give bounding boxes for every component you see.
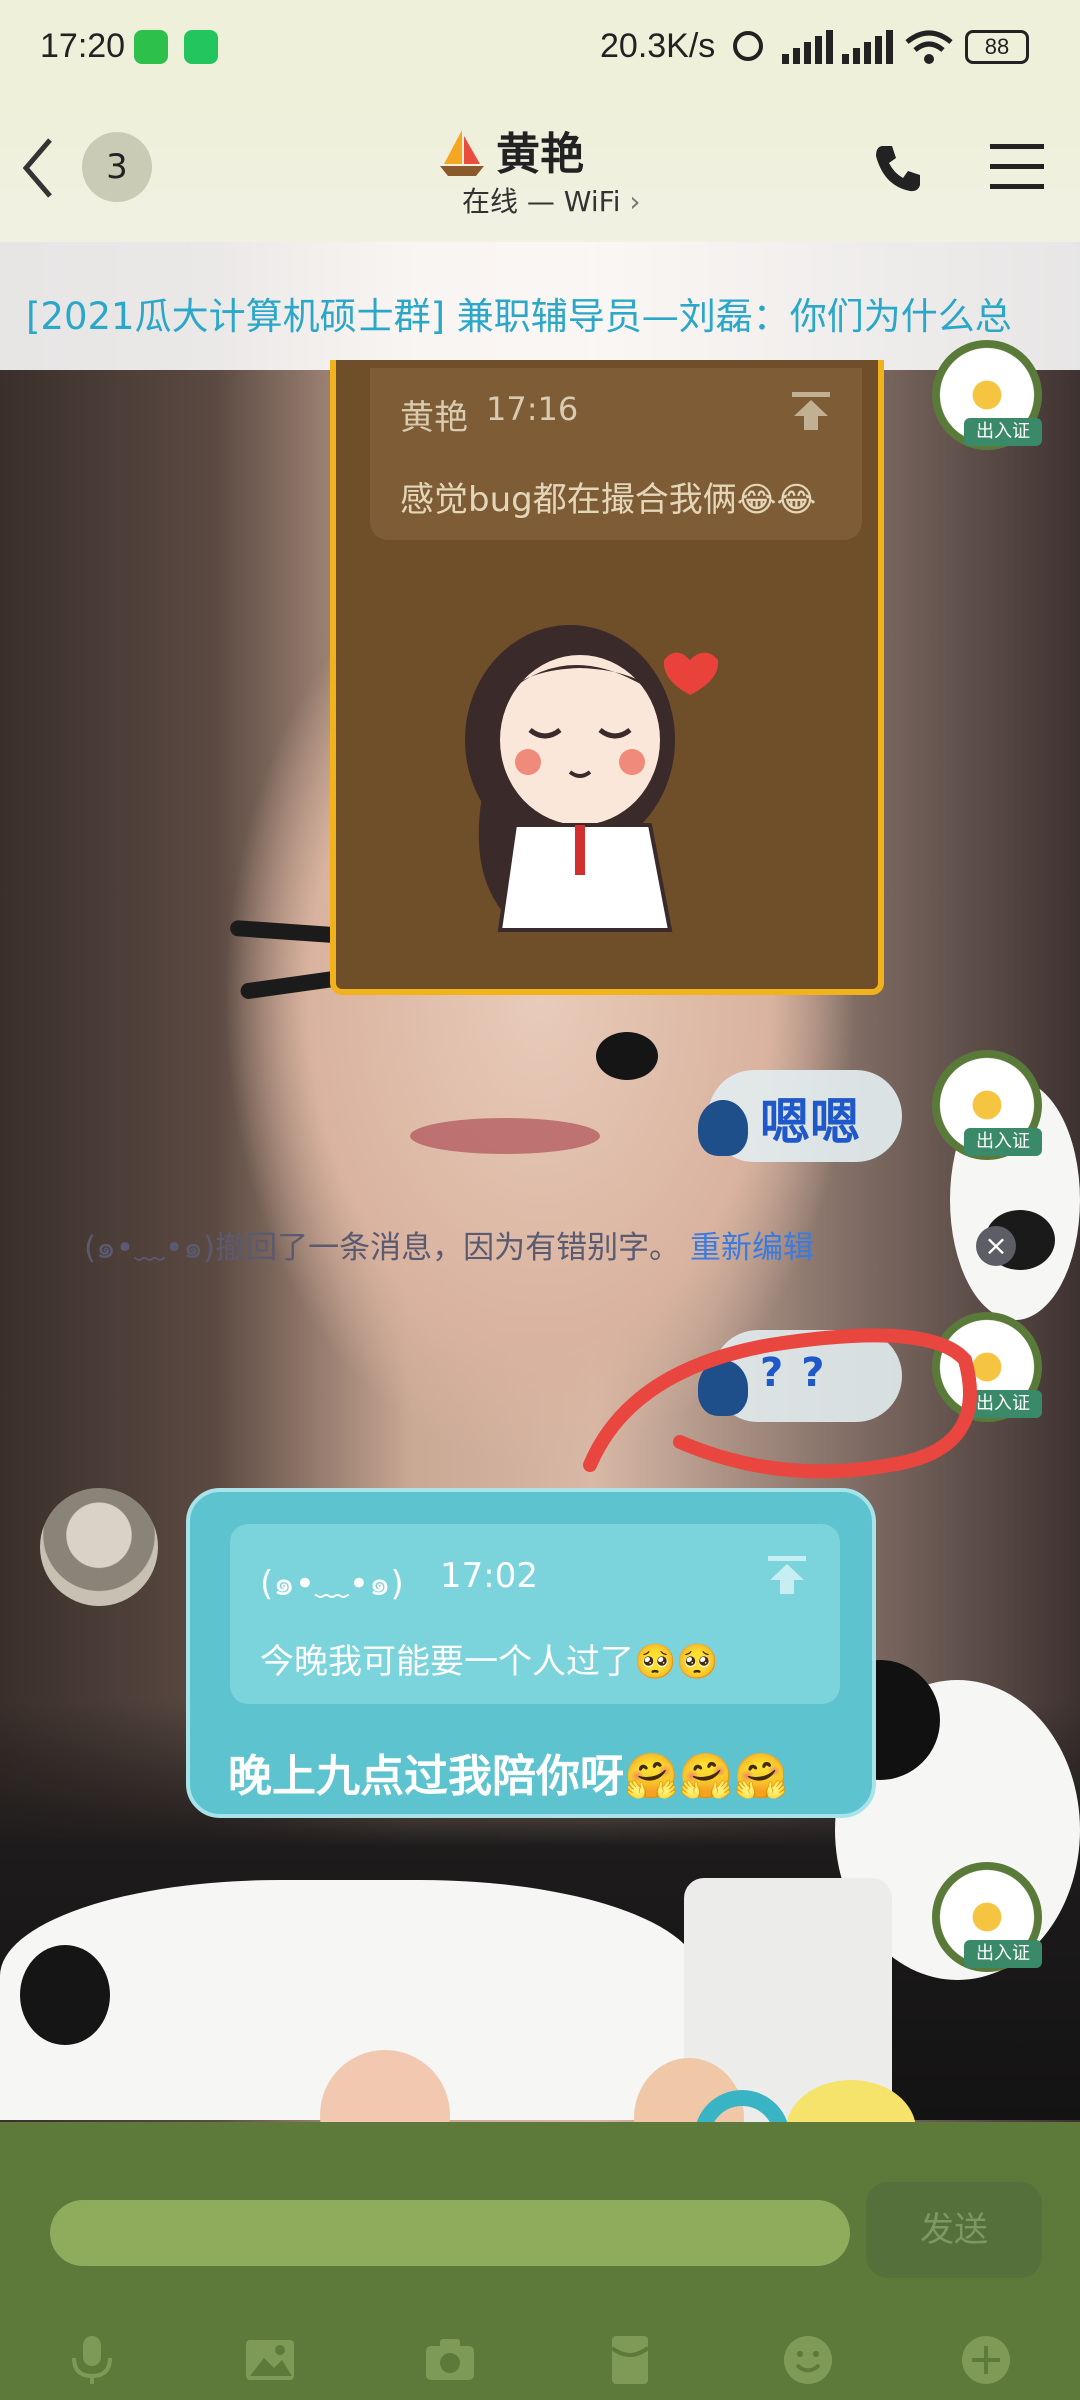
microphone-icon[interactable] [66, 2334, 118, 2386]
sticker-card[interactable]: 黄艳 17:16 感觉bug都在撮合我俩😂😂 [330, 360, 884, 995]
chat-header: 3 黄艳 在线 — WiFi › [0, 96, 1080, 242]
red-packet-icon[interactable] [604, 2334, 656, 2386]
jump-to-top-icon[interactable] [766, 1554, 808, 1596]
network-speed: 20.3K/s [600, 27, 716, 65]
pass-badge: 出入证 [964, 418, 1042, 446]
battery-icon: 88 [965, 30, 1029, 64]
message-bubble-enen[interactable]: 嗯嗯 [698, 1070, 902, 1162]
quoted-time: 17:02 [440, 1556, 538, 1596]
my-avatar[interactable]: 出入证 [932, 340, 1042, 450]
online-status-text: 在线 — WiFi [462, 185, 621, 218]
chevron-right-icon: › [629, 185, 641, 218]
battery-level: 88 [984, 34, 1010, 59]
panda-ear [20, 1945, 110, 2045]
composer-panel: 发送 [0, 2122, 1080, 2400]
cartoon-sticker[interactable] [420, 590, 750, 940]
lips [410, 1118, 600, 1154]
penguin-icon [698, 1100, 748, 1156]
pass-badge: 出入证 [964, 1940, 1042, 1968]
wechat-notification-icon [134, 30, 168, 64]
quoted-time: 17:16 [486, 390, 579, 428]
emoji-icon[interactable] [782, 2334, 834, 2386]
quoted-author: 黄艳 [400, 398, 468, 438]
quoted-text: 感觉bug都在撮合我俩😂😂 [400, 480, 817, 520]
status-time: 17:20 [40, 27, 126, 65]
phone-call-icon[interactable] [870, 140, 926, 196]
signal-hd-icon [842, 30, 893, 64]
nose-decoration [596, 1032, 658, 1080]
bubble-text: 嗯嗯 [760, 1093, 860, 1151]
quoted-message-box[interactable]: (๑•﹏•๑) 17:02 今晚我可能要一个人过了🥺🥺 [230, 1524, 840, 1704]
banner-text: [2021瓜大计算机硕士群] 兼职辅导员—刘磊：你们为什么总 [26, 295, 1012, 338]
image-icon[interactable] [244, 2334, 296, 2386]
jump-to-top-icon[interactable] [790, 390, 832, 432]
pass-badge: 出入证 [964, 1128, 1042, 1156]
wifi-icon [905, 30, 953, 64]
quoted-author: (๑•﹏•๑) [260, 1564, 404, 1604]
menu-icon[interactable] [990, 144, 1044, 190]
status-bar: 17:20 20.3K/s 88 [0, 0, 1080, 96]
send-button[interactable]: 发送 [866, 2182, 1042, 2278]
red-circle-annotation [583, 1328, 977, 1479]
my-avatar[interactable]: 出入证 [932, 1862, 1042, 1972]
reply-text: 晚上九点过我陪你呀🤗🤗🤗 [228, 1751, 789, 1802]
camera-icon[interactable] [424, 2334, 476, 2386]
unread-count-badge[interactable]: 3 [82, 132, 152, 202]
plus-icon[interactable] [960, 2334, 1012, 2386]
contact-status[interactable]: 在线 — WiFi › [462, 180, 641, 220]
sailboat-icon [436, 126, 488, 178]
quoted-message-box[interactable]: 黄艳 17:16 感觉bug都在撮合我俩😂😂 [370, 368, 862, 540]
my-avatar[interactable]: 出入证 [932, 1050, 1042, 1160]
message-input[interactable] [50, 2200, 850, 2266]
signal-icon [782, 30, 833, 64]
contact-name[interactable]: 黄艳 [496, 118, 584, 182]
quoted-text: 今晚我可能要一个人过了🥺🥺 [260, 1642, 719, 1682]
alarm-icon [733, 31, 763, 61]
reply-card[interactable]: (๑•﹏•๑) 17:02 今晚我可能要一个人过了🥺🥺 晚上九点过我陪你呀🤗🤗🤗 [186, 1488, 876, 1818]
app-notification-icon [184, 30, 218, 64]
back-arrow-icon[interactable] [18, 136, 58, 200]
contact-avatar[interactable] [40, 1488, 158, 1606]
group-message-banner[interactable]: [2021瓜大计算机硕士群] 兼职辅导员—刘磊：你们为什么总 [0, 242, 1080, 370]
